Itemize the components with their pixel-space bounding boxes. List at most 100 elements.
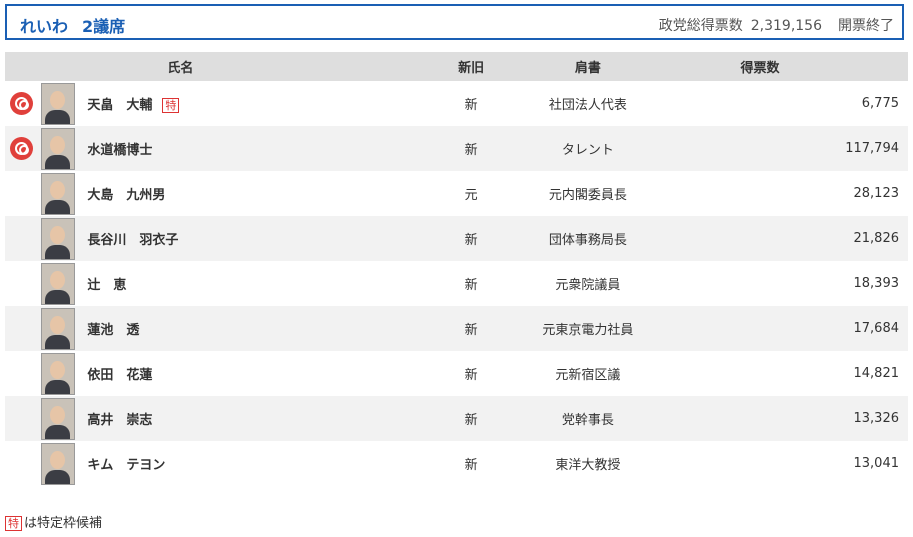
new-old: 元	[464, 188, 478, 203]
new-old: 新	[448, 306, 494, 351]
candidate-title: 元衆院議員	[555, 278, 621, 293]
candidate-photo	[40, 172, 75, 215]
candidate-photo	[40, 262, 75, 305]
vote-summary: 政党総得票数 2,319,156 開票終了	[659, 15, 894, 35]
photo-cell	[38, 216, 78, 261]
candidate-title: タレント	[493, 126, 682, 171]
candidate-name-cell: 天畠 大輔特	[77, 81, 448, 126]
candidate-title: 元内閣委員長	[548, 188, 627, 203]
candidate-name-cell: 辻 恵	[77, 261, 448, 306]
header-new-old: 新旧	[448, 52, 494, 81]
table-row[interactable]: 大島 九州男 元 元内閣委員長 28,123	[5, 171, 908, 216]
candidate-photo	[40, 127, 75, 170]
table-row[interactable]: キム テヨン 新 東洋大教授 13,041	[5, 441, 908, 486]
elected-cell	[5, 306, 39, 351]
elected-cell	[5, 351, 38, 396]
candidate-name-cell: 高井 崇志	[77, 396, 449, 441]
candidate-votes: 18,393	[853, 276, 900, 291]
party-header: れいわ 2議席 政党総得票数 2,319,156 開票終了	[5, 4, 904, 40]
candidate-name: 長谷川 羽衣子	[87, 233, 179, 248]
elected-cell	[5, 216, 39, 261]
header-votes: 得票数	[682, 52, 908, 81]
table-row[interactable]: 蓮池 透 新元東京電力社員 17,684	[5, 306, 908, 351]
new-old: 新	[464, 278, 478, 293]
candidate-votes: 28,123	[853, 186, 900, 201]
candidate-name-cell: 依田 花蓮	[77, 351, 448, 396]
total-votes: 2,319,156	[750, 18, 822, 34]
candidate-name-cell: 大島 九州男	[77, 171, 448, 216]
new-old: 新	[464, 368, 478, 383]
candidate-name-cell: キム テヨン	[77, 441, 448, 486]
table-row[interactable]: 水道橋博士 新タレント 117,794	[5, 126, 908, 171]
total-votes-label: 政党総得票数	[658, 18, 743, 34]
table-row[interactable]: 天畠 大輔特 新 社団法人代表 6,775	[5, 81, 908, 126]
candidate-photo	[40, 217, 75, 260]
photo-cell	[38, 306, 78, 351]
party-name: れいわ	[20, 17, 69, 36]
candidate-name-cell: 蓮池 透	[77, 306, 449, 351]
elected-cell	[5, 441, 38, 486]
candidate-name-cell: 長谷川 羽衣子	[77, 216, 449, 261]
photo-cell	[38, 261, 77, 306]
candidate-title: 東洋大教授	[555, 458, 621, 473]
photo-cell	[38, 126, 78, 171]
elected-icon	[10, 137, 34, 160]
footnote: 特は特定枠候補	[5, 512, 102, 531]
candidate-photo	[40, 352, 75, 395]
party-title: れいわ 2議席	[20, 13, 125, 37]
candidate-photo	[40, 442, 75, 485]
header-mark-col	[5, 52, 39, 81]
candidate-title: 元東京電力社員	[493, 306, 682, 351]
seat-count: 2議席	[82, 17, 126, 36]
candidate-votes: 6,775	[861, 96, 899, 111]
candidate-photo	[40, 397, 75, 440]
candidate-name: 高井 崇志	[87, 413, 153, 428]
photo-cell	[38, 81, 77, 126]
candidate-title: 団体事務局長	[493, 216, 682, 261]
special-badge: 特	[5, 516, 22, 531]
candidate-photo	[40, 307, 75, 350]
new-old: 新	[464, 98, 478, 113]
new-old: 新	[448, 216, 494, 261]
candidate-title: 社団法人代表	[548, 98, 627, 113]
table-header-row: 氏名 新旧 肩書 得票数	[5, 52, 908, 81]
candidate-name: 水道橋博士	[87, 143, 153, 158]
candidate-name-cell: 水道橋博士	[77, 126, 449, 171]
elected-cell	[5, 261, 38, 306]
special-badge: 特	[162, 98, 180, 113]
new-old: 新	[464, 458, 478, 473]
candidate-votes: 17,684	[682, 306, 908, 351]
candidate-table: 氏名 新旧 肩書 得票数 天畠 大輔特新社団法人代表 6,775 水道橋博士新タレン…	[5, 52, 908, 486]
photo-cell	[38, 351, 77, 396]
candidate-votes: 13,041	[853, 456, 900, 471]
candidate-name: 天畠 大輔	[87, 98, 153, 113]
candidate-name: キム テヨン	[87, 458, 166, 473]
candidate-photo	[40, 82, 75, 125]
elected-cell	[5, 396, 39, 441]
table-row[interactable]: 依田 花蓮 新 元新宿区議 14,821	[5, 351, 908, 396]
table-row[interactable]: 長谷川 羽衣子 新団体事務局長 21,826	[5, 216, 908, 261]
candidate-votes: 117,794	[682, 126, 908, 171]
new-old: 新	[448, 396, 494, 441]
elected-cell	[5, 126, 39, 171]
new-old: 新	[448, 126, 494, 171]
candidate-votes: 14,821	[853, 366, 900, 381]
elected-icon	[10, 92, 34, 115]
table-row[interactable]: 高井 崇志 新党幹事長 13,326	[5, 396, 908, 441]
count-status: 開票終了	[838, 18, 894, 34]
photo-cell	[38, 171, 77, 216]
header-name: 氏名	[77, 52, 449, 81]
candidate-title: 党幹事長	[493, 396, 682, 441]
photo-cell	[38, 396, 78, 441]
footnote-text: は特定枠候補	[24, 516, 103, 531]
candidate-name: 依田 花蓮	[87, 368, 153, 383]
table-row[interactable]: 辻 恵 新 元衆院議員 18,393	[5, 261, 908, 306]
elected-cell	[5, 171, 38, 216]
candidate-votes: 13,326	[682, 396, 908, 441]
photo-cell	[38, 441, 77, 486]
header-title: 肩書	[493, 52, 682, 81]
elected-cell	[5, 81, 38, 126]
candidate-name: 蓮池 透	[87, 323, 140, 338]
candidate-name: 大島 九州男	[87, 188, 166, 203]
header-photo-col	[38, 52, 78, 81]
